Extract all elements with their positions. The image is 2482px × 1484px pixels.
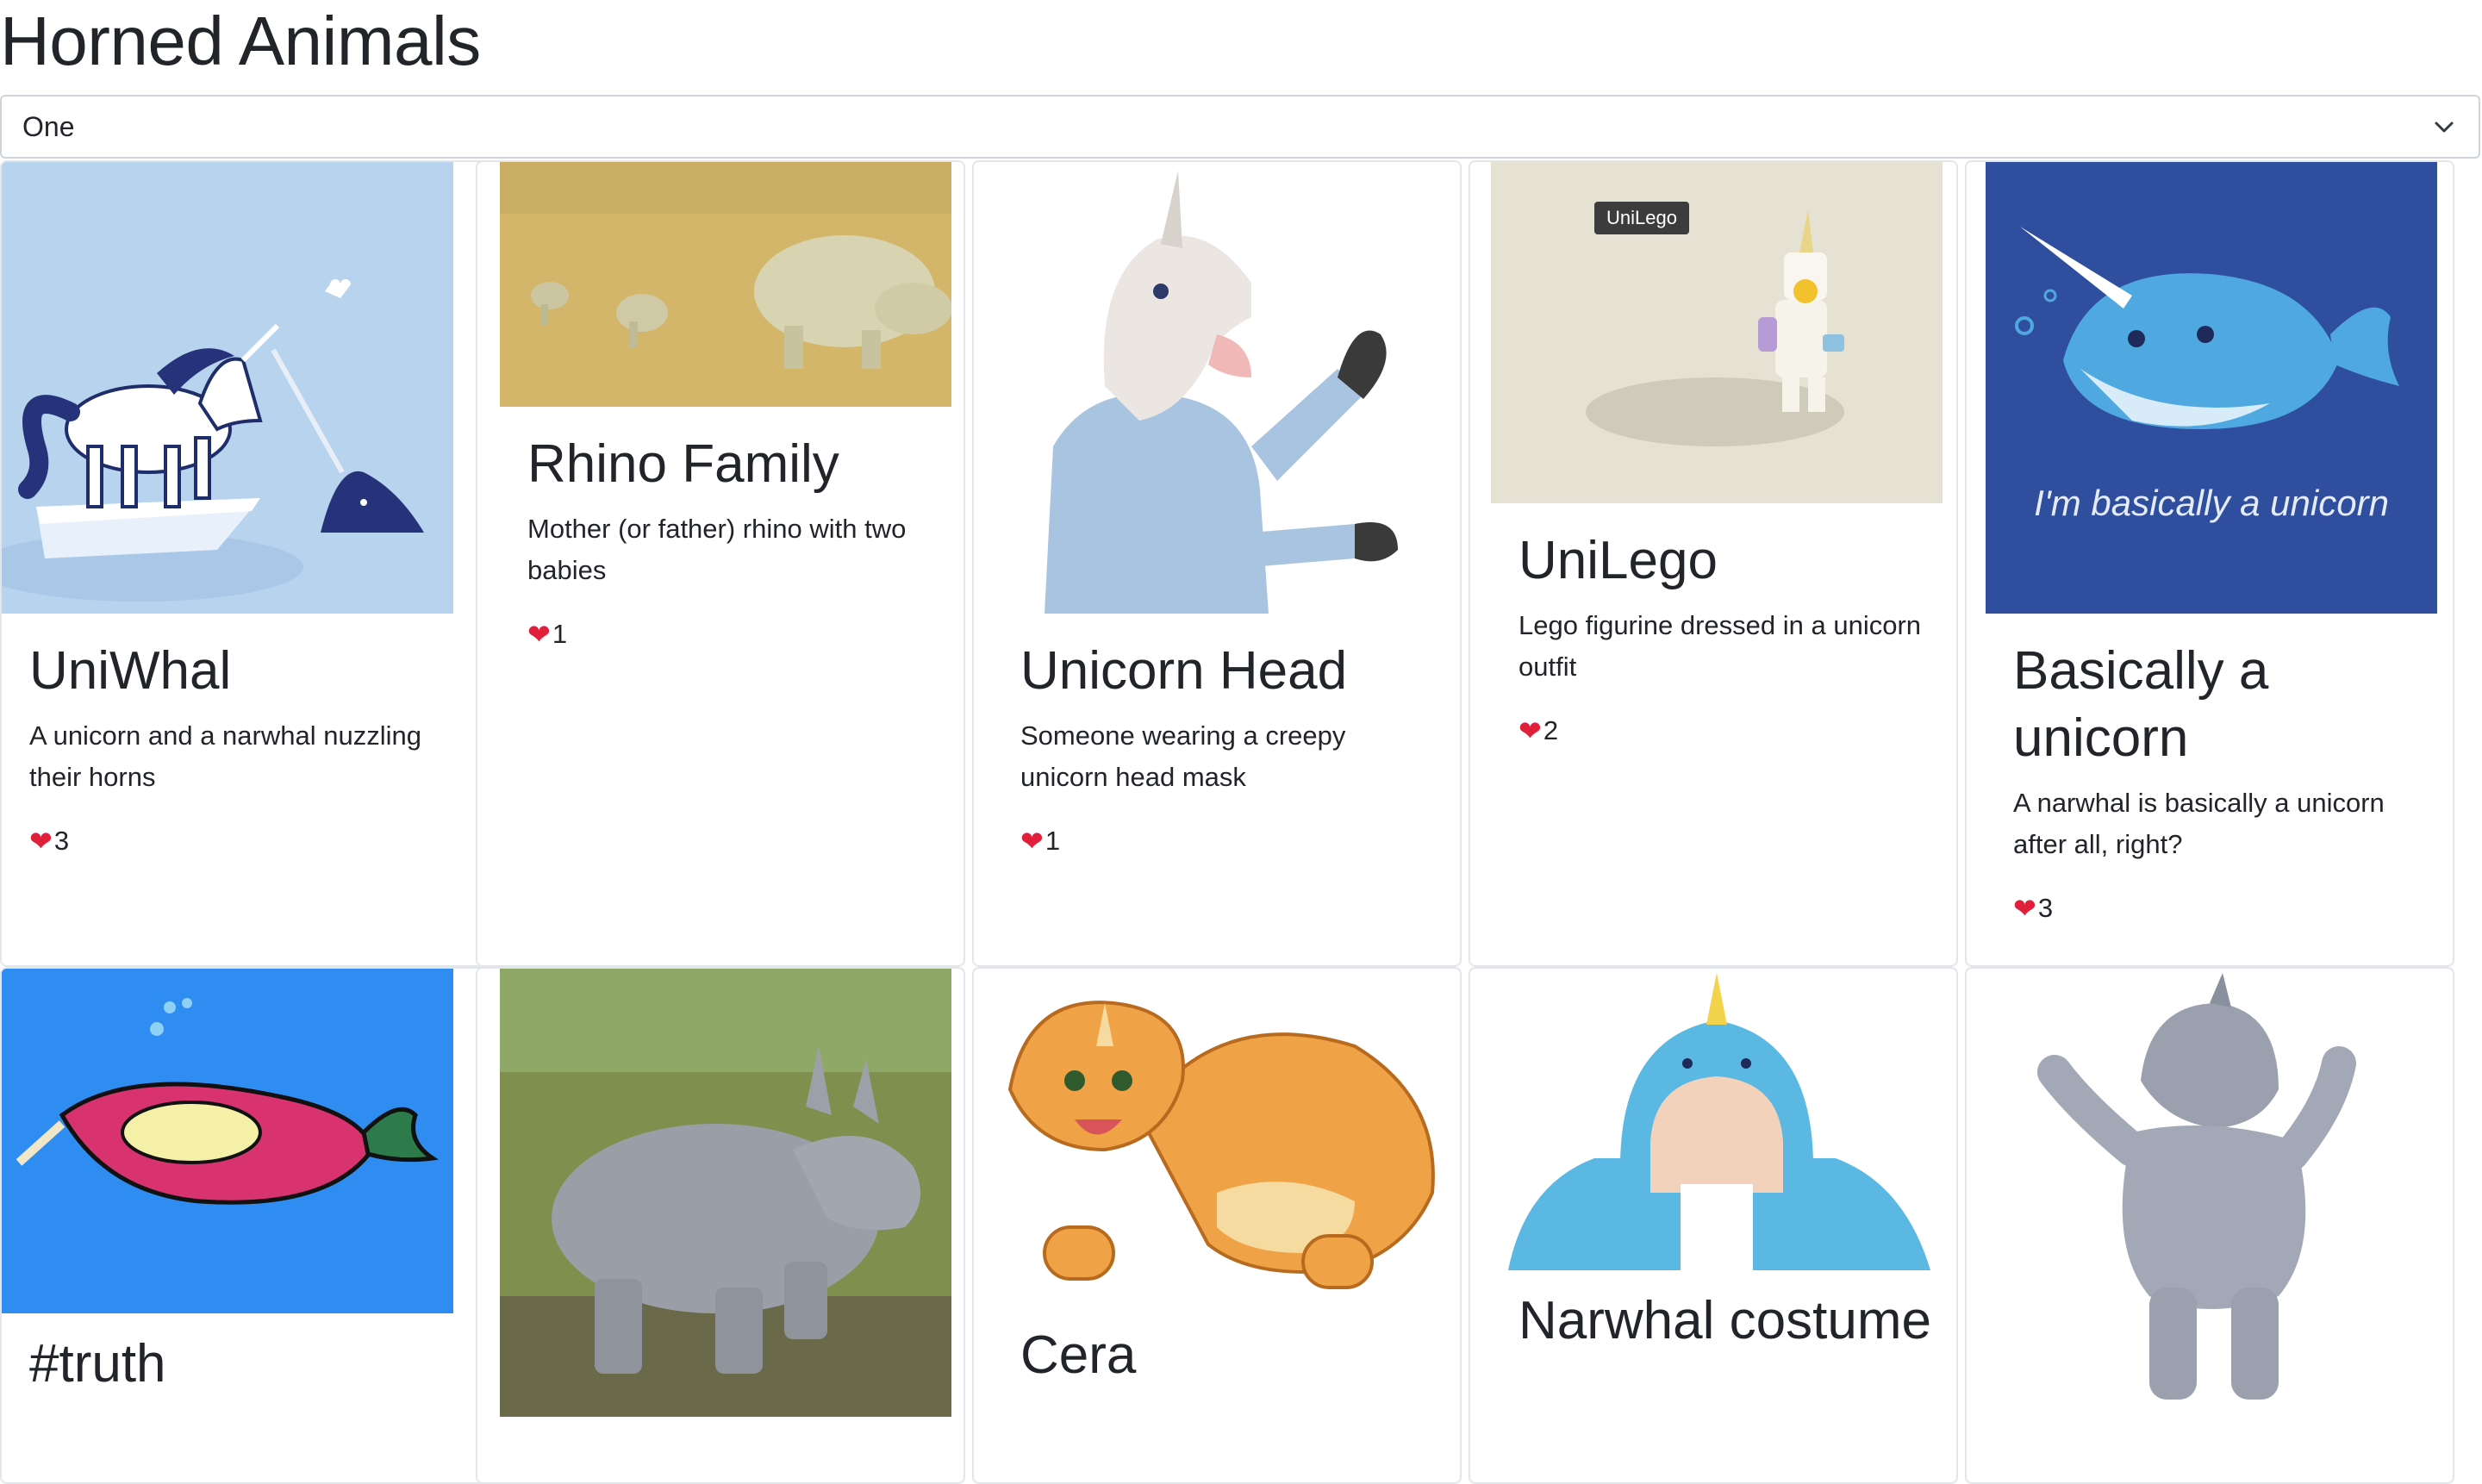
likes-value: 1 — [552, 619, 568, 649]
likes-value: 3 — [53, 826, 70, 856]
card-cera[interactable]: Cera — [972, 967, 1462, 1484]
card-description: A narwhal is basically a unicorn after a… — [2013, 788, 2385, 859]
card-title: #truth — [29, 1334, 166, 1394]
card-uniwhal[interactable]: UniWhal A unicorn and a narwhal nuzzling… — [0, 160, 490, 967]
card-image[interactable] — [1986, 969, 2437, 1417]
card-image[interactable]: I'm basically a unicorn — [1986, 162, 2437, 614]
card-title: Basically a unicorn — [2013, 641, 2269, 768]
card-truth[interactable]: #truth — [0, 967, 490, 1484]
rhino-mascot-image — [1986, 969, 2437, 1417]
unicorn-narwhal-image — [2, 162, 453, 614]
card-description: Lego figurine dressed in a unicorn outfi… — [1519, 610, 1922, 682]
shirt-slogan: I'm basically a unicorn — [2034, 483, 2389, 523]
likes-value: 2 — [1543, 715, 1559, 745]
card-title: UniWhal — [29, 641, 232, 701]
likes-count[interactable]: ❤ 1 — [1020, 824, 1436, 858]
image-tooltip: UniLego — [1594, 202, 1689, 234]
heart-icon: ❤ — [1020, 826, 1044, 857]
likes-count[interactable]: ❤ 3 — [29, 824, 464, 858]
card-image[interactable] — [500, 162, 951, 407]
card-image[interactable] — [2, 162, 453, 614]
narwhal-costume-image — [1491, 969, 1943, 1270]
likes-count[interactable]: ❤ 3 — [2013, 891, 2429, 926]
card-description: Mother (or father) rhino with two babies — [527, 514, 907, 585]
truth-narwhal-image — [2, 969, 453, 1313]
card-title: Unicorn Head — [1020, 641, 1348, 701]
card-baby-rhino[interactable] — [476, 967, 965, 1484]
card-description: A unicorn and a narwhal nuzzling their h… — [29, 720, 421, 792]
likes-value: 1 — [1045, 826, 1061, 856]
card-image[interactable]: UniLego — [1491, 162, 1943, 503]
heart-icon: ❤ — [1519, 715, 1542, 746]
card-title: Cera — [1020, 1325, 1137, 1385]
card-image[interactable] — [1491, 969, 1943, 1270]
card-image[interactable] — [500, 969, 951, 1417]
narwhal-shirt-image: I'm basically a unicorn — [1986, 162, 2437, 614]
page-title: Horned Animals — [0, 3, 481, 79]
unicorn-head-mask-image — [993, 162, 1444, 614]
unilego-image — [1491, 162, 1943, 503]
card-unilego[interactable]: UniLego UniLego Lego figurine dressed in… — [1469, 160, 1958, 967]
heart-icon: ❤ — [527, 619, 551, 650]
rhino-family-image — [500, 162, 951, 407]
chevron-down-icon — [2435, 122, 2454, 133]
card-image[interactable] — [993, 969, 1444, 1305]
card-title: Narwhal costume — [1519, 1291, 1931, 1350]
likes-count[interactable]: ❤ 1 — [527, 617, 939, 652]
filter-selected-value: One — [22, 110, 75, 142]
cera-dinosaur-image — [993, 969, 1444, 1305]
heart-icon: ❤ — [29, 826, 53, 857]
card-rhino-mascot[interactable] — [1965, 967, 2454, 1484]
card-description: Someone wearing a creepy unicorn head ma… — [1020, 720, 1346, 792]
card-rhino-family[interactable]: Rhino Family Mother (or father) rhino wi… — [476, 160, 965, 967]
card-image[interactable] — [993, 162, 1444, 614]
heart-icon: ❤ — [2013, 893, 2036, 924]
likes-count[interactable]: ❤ 2 — [1519, 714, 1932, 748]
card-unicorn-head[interactable]: Unicorn Head Someone wearing a creepy un… — [972, 160, 1462, 967]
card-image[interactable] — [2, 969, 453, 1313]
likes-value: 3 — [2037, 893, 2054, 923]
card-narwhal-costume[interactable]: Narwhal costume — [1469, 967, 1958, 1484]
card-title: UniLego — [1519, 531, 1718, 590]
card-title: Rhino Family — [527, 434, 839, 494]
baby-rhino-image — [500, 969, 951, 1417]
filter-select[interactable]: One — [0, 95, 2480, 159]
card-basically-a-unicorn[interactable]: I'm basically a unicorn Basically a unic… — [1965, 160, 2454, 967]
